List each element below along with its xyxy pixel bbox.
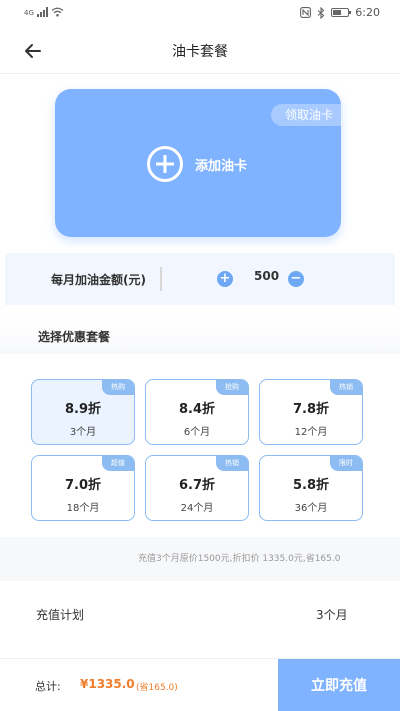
get-card-button[interactable]: 领取油卡 [270,104,341,126]
total-price: ¥1335.0 [80,677,135,691]
wifi-icon [51,7,64,17]
package-section-header: 选择优惠套餐 [0,316,400,354]
system-icons: 6:20 [300,6,380,19]
recharge-now-button[interactable]: 立即充值 [278,659,400,711]
checkout-bar: 总计: ¥1335.0 (省165.0) 立即充值 [0,658,400,711]
plan-value: 3个月 [316,608,348,622]
package-option[interactable]: 热购 8.9折 3个月 [31,379,135,445]
nfc-icon [300,7,312,18]
signal-area: 4G [24,7,64,17]
savings-amount: (省165.0) [136,683,178,693]
plan-label: 充值计划 [36,608,85,622]
package-discount: 7.0折 [64,478,102,493]
package-duration: 6个月 [183,427,211,438]
monthly-amount-row: 每月加油金额(元) + 500 − [5,253,395,305]
amount-label: 每月加油金额(元) [51,273,146,287]
increase-button[interactable]: + [217,271,233,287]
status-bar: 4G 6:20 [0,0,400,28]
package-tag: 热购 [102,380,134,395]
signal-icon [36,7,48,17]
plus-circle-icon [147,146,183,182]
oil-card-panel: 领取油卡 添加油卡 [55,89,341,237]
package-tag: 限时 [330,456,362,471]
package-option[interactable]: 超值 7.0折 18个月 [31,455,135,521]
package-duration: 36个月 [294,503,328,514]
package-discount: 8.9折 [64,402,102,417]
nav-bar: 油卡套餐 [0,28,400,74]
package-tag: 热销 [216,456,248,471]
package-option[interactable]: 热销 6.7折 24个月 [145,455,249,521]
package-tag: 热销 [330,380,362,395]
price-note: 充值3个月原价1500元,折扣价 1335.0元,省165.0 [138,554,341,564]
package-discount: 6.7折 [178,478,216,493]
package-duration: 18个月 [66,503,100,514]
price-note-band: 充值3个月原价1500元,折扣价 1335.0元,省165.0 [0,537,400,581]
add-card-label: 添加油卡 [195,158,248,174]
network-type-label: 4G [24,9,34,17]
total-label: 总计: [35,680,61,693]
battery-icon [331,8,352,17]
package-discount: 5.8折 [292,478,330,493]
amount-value: 500 [254,269,280,283]
divider [160,267,162,291]
bluetooth-icon [317,6,325,19]
page-title: 油卡套餐 [172,44,228,60]
add-card-button[interactable]: 添加油卡 [147,146,247,182]
section-title: 选择优惠套餐 [38,330,111,344]
package-discount: 8.4折 [178,402,216,417]
package-option[interactable]: 热销 7.8折 12个月 [259,379,363,445]
package-option[interactable]: 抢购 8.4折 6个月 [145,379,249,445]
package-tag: 超值 [102,456,134,471]
package-tag: 抢购 [216,380,248,395]
decrease-button[interactable]: − [288,271,304,287]
package-discount: 7.8折 [292,402,330,417]
package-duration: 24个月 [180,503,214,514]
package-duration: 3个月 [69,427,97,438]
package-option[interactable]: 限时 5.8折 36个月 [259,455,363,521]
package-duration: 12个月 [294,427,328,438]
recharge-plan-row: 充值计划 3个月 [0,592,400,636]
clock: 6:20 [355,6,380,19]
